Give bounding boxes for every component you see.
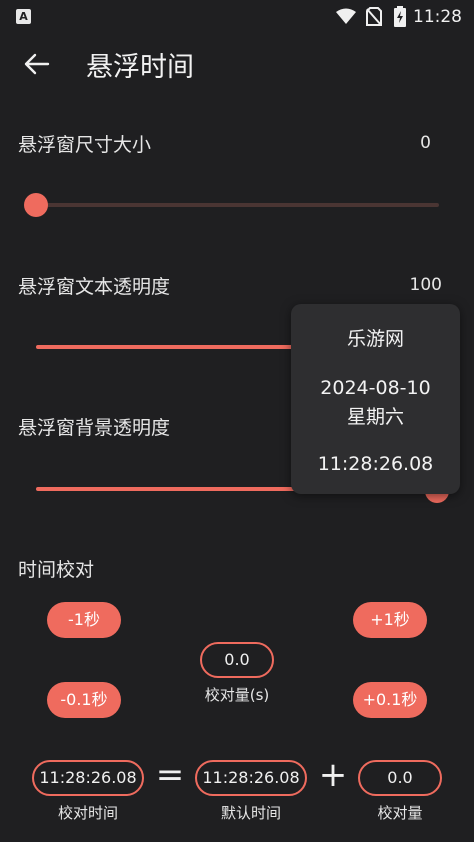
offset-caption: 校对量(s) — [204, 686, 270, 704]
offset-input[interactable]: 0.0 — [200, 642, 274, 678]
bg-opacity-label: 悬浮窗背景透明度 — [18, 417, 171, 439]
size-slider-thumb[interactable] — [24, 193, 48, 217]
floating-weekday: 星期六 — [346, 406, 404, 428]
offset-field: 0.0 — [358, 760, 442, 796]
floating-time: 11:28:26.08 — [317, 453, 434, 475]
status-bar: A 11:28 — [0, 0, 474, 34]
text-opacity-value: 100 — [409, 275, 442, 295]
status-time: 11:28 — [413, 7, 462, 27]
text-opacity-label: 悬浮窗文本透明度 — [18, 276, 171, 298]
floating-site-name: 乐游网 — [346, 328, 404, 350]
wifi-icon — [336, 8, 356, 24]
floating-time-window[interactable]: 乐游网 2024-08-10 星期六 11:28:26.08 — [291, 304, 460, 494]
minus-0-1-second-button[interactable]: -0.1秒 — [47, 682, 121, 718]
arrow-left-icon[interactable] — [22, 50, 50, 78]
plus-0-1-second-button[interactable]: +0.1秒 — [353, 682, 427, 718]
plus-sign: + — [318, 755, 348, 795]
size-label: 悬浮窗尺寸大小 — [18, 134, 152, 156]
offset-field-caption: 校对量 — [377, 804, 423, 822]
plus-1-second-button[interactable]: +1秒 — [353, 602, 427, 638]
calibrated-time-caption: 校对时间 — [57, 804, 118, 822]
default-time-field: 11:28:26.08 — [195, 760, 307, 796]
app-notification-icon: A — [16, 9, 31, 24]
no-sim-icon — [366, 7, 382, 26]
minus-1-second-button[interactable]: -1秒 — [47, 602, 121, 638]
page-title: 悬浮时间 — [86, 52, 194, 83]
default-time-caption: 默认时间 — [220, 804, 281, 822]
calibrated-time-field: 11:28:26.08 — [32, 760, 144, 796]
floating-date: 2024-08-10 — [320, 377, 431, 399]
calibration-title: 时间校对 — [18, 559, 95, 581]
size-slider-track[interactable] — [36, 203, 439, 207]
battery-charging-icon — [394, 6, 406, 27]
size-value: 0 — [420, 133, 431, 153]
equals-sign: = — [155, 755, 185, 795]
